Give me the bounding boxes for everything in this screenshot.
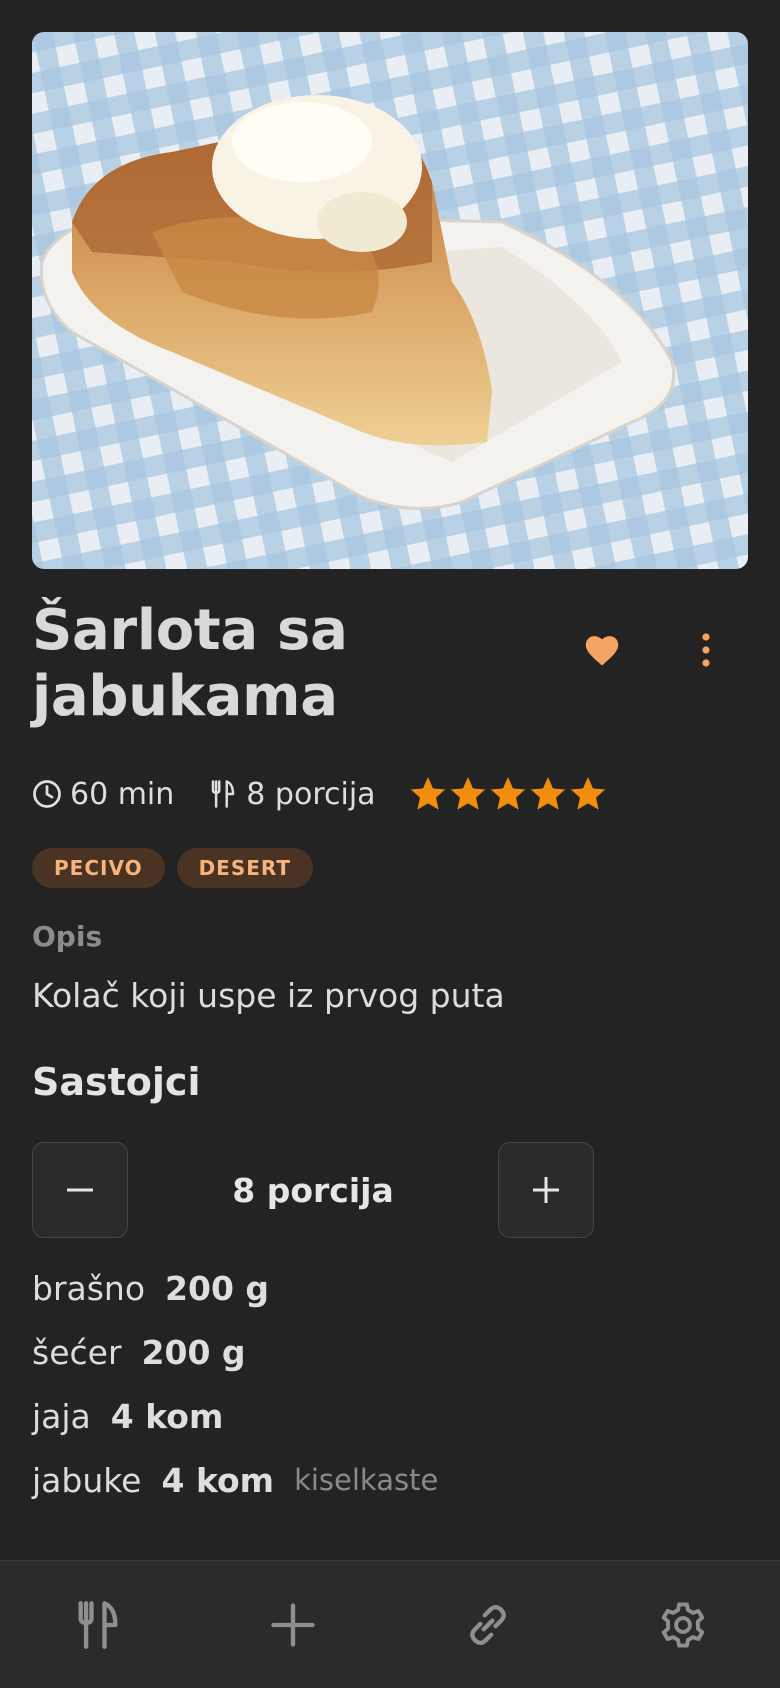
star-icon[interactable]	[488, 774, 528, 814]
cook-time-value: 60 min	[70, 776, 175, 812]
recipe-meta: 60 min 8 porcija	[32, 770, 608, 818]
utensils-icon	[208, 779, 238, 809]
ingredient-quantity: 4 kom	[161, 1460, 275, 1500]
star-icon[interactable]	[408, 774, 448, 814]
favorite-button[interactable]	[578, 626, 626, 674]
tag-chip[interactable]: DESERT	[176, 848, 314, 888]
list-item: šećer 200 g	[32, 1320, 732, 1384]
ingredients-title: Sastojci	[32, 1060, 201, 1104]
ingredient-name: jabuke	[32, 1460, 142, 1500]
recipe-title: Šarlota sa jabukama	[32, 598, 348, 729]
servings-stepper-value: 8 porcija	[232, 1170, 394, 1210]
ingredient-name: brašno	[32, 1268, 146, 1308]
list-item: brašno 200 g	[32, 1256, 732, 1320]
clock-icon	[32, 779, 62, 809]
more-options-button[interactable]	[682, 626, 730, 674]
rating[interactable]	[408, 774, 608, 814]
description-label: Opis	[32, 920, 103, 953]
ingredient-quantity: 4 kom	[110, 1396, 224, 1436]
servings: 8 porcija	[208, 776, 376, 812]
bottom-navigation	[0, 1561, 780, 1688]
utensils-icon	[78, 1600, 117, 1649]
ingredient-name: šećer	[32, 1332, 122, 1372]
nav-settings[interactable]	[585, 1561, 780, 1688]
ingredient-note: kiselkaste	[294, 1463, 439, 1497]
list-item: jabuke 4 kom kiselkaste	[32, 1448, 732, 1512]
description-text: Kolač koji uspe iz prvog puta	[32, 976, 505, 1015]
list-item: jaja 4 kom	[32, 1384, 732, 1448]
star-icon[interactable]	[448, 774, 488, 814]
star-icon[interactable]	[568, 774, 608, 814]
star-icon[interactable]	[528, 774, 568, 814]
ingredient-name: jaja	[32, 1396, 91, 1436]
decrease-servings-button[interactable]	[32, 1142, 128, 1238]
ingredient-list: brašno 200 g šećer 200 g jaja 4 kom jabu…	[32, 1256, 732, 1512]
ingredient-quantity: 200 g	[141, 1332, 246, 1372]
servings-value: 8 porcija	[246, 776, 376, 812]
link-icon	[469, 1604, 506, 1645]
increase-servings-button[interactable]	[498, 1142, 594, 1238]
nav-recipes[interactable]	[0, 1561, 195, 1688]
plus-icon	[533, 1177, 559, 1203]
minus-icon	[67, 1188, 93, 1192]
ingredient-quantity: 200 g	[165, 1268, 270, 1308]
gear-icon	[661, 1601, 704, 1648]
cook-time: 60 min	[32, 777, 174, 812]
recipe-photo	[32, 32, 748, 569]
nav-add-recipe[interactable]	[195, 1561, 390, 1688]
nav-import-link[interactable]	[390, 1561, 585, 1688]
tag-chip[interactable]: PECIVO	[32, 848, 165, 888]
heart-icon	[585, 636, 619, 666]
plus-icon	[270, 1602, 315, 1647]
tag-list: PECIVO DESERT	[32, 848, 325, 888]
more-vertical-icon	[702, 633, 710, 667]
